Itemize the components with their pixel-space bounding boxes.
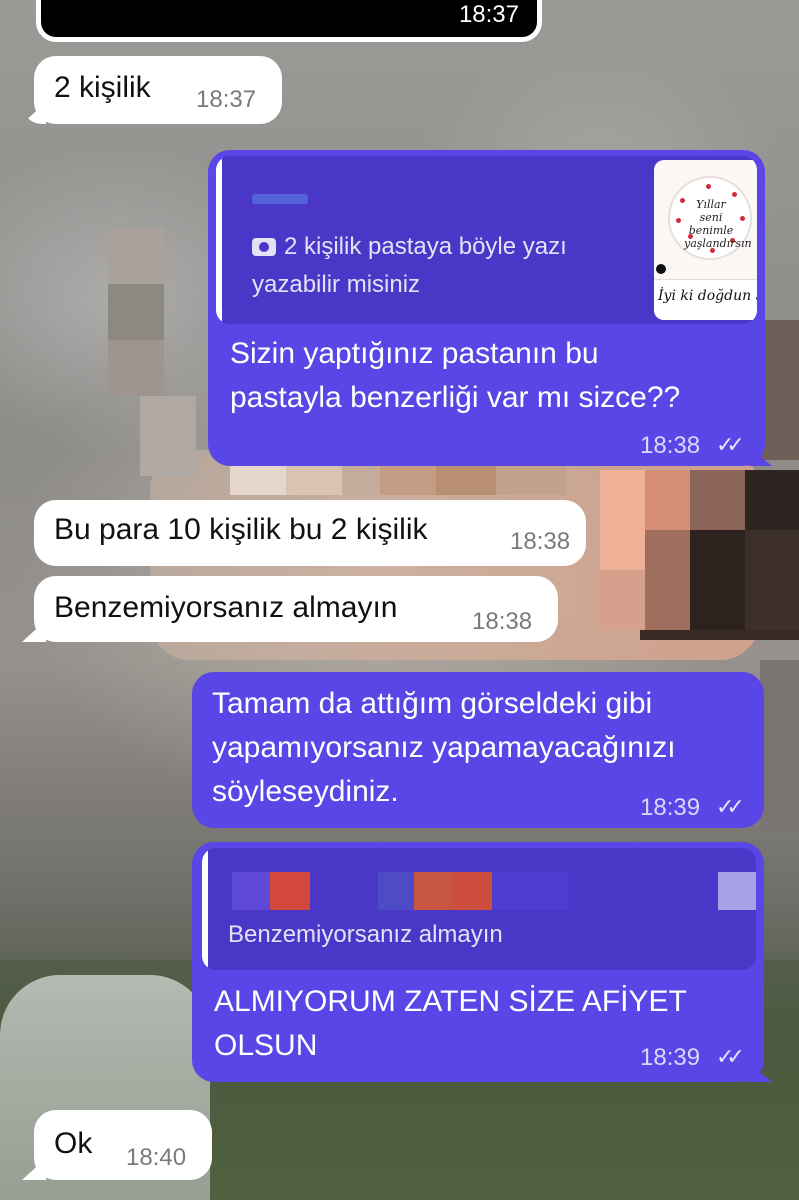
quote-text: Benzemiyorsanız almayın [228,921,503,948]
message-time: 18:38 [640,432,701,459]
pixelated-area [108,340,164,396]
birthday-card: İyi ki doğdun Sevgilim [654,279,757,320]
message-bubble-incoming[interactable]: Benzemiyorsanız almayın 18:38 [34,576,558,642]
message-bubble-outgoing[interactable]: Tamam da attığım görseldeki gibi yapamıy… [192,672,764,828]
image-message[interactable]: 18:37 [36,0,542,42]
pixelated-sender-name [232,872,756,910]
pixelated-area [108,228,164,284]
message-bubble-incoming[interactable]: Ok 18:40 [34,1110,212,1180]
pixelated-area [645,470,690,530]
pixelated-area [760,320,799,460]
message-time: 18:39 [640,794,701,821]
message-bubble-incoming[interactable]: Bu para 10 kişilik bu 2 kişilik 18:38 [34,500,586,566]
message-time: 18:37 [458,1,519,28]
reply-quote[interactable]: Benzemiyorsanız almayın [202,848,756,970]
message-time: 18:40 [126,1144,187,1171]
message-bubble-incoming[interactable]: 2 kişilik 18:37 [34,56,282,124]
message-text: 2 kişilik [54,71,151,104]
message-time: 18:38 [472,608,533,635]
quote-sender [252,194,308,204]
message-time: 18:37 [196,86,257,113]
read-receipt-icon: ✓✓ [716,432,745,457]
cake-image: Yıllar seni benimle yaşlandırsın [668,176,752,260]
quote-bar [202,848,208,970]
pixelated-area [140,396,196,476]
quote-bar [216,156,222,324]
quote-text: 2 kişilik pastaya böyle yazı yazabilir m… [252,228,632,304]
message-text: Bu para 10 kişilik bu 2 kişilik [54,513,428,546]
message-time: 18:38 [510,528,571,555]
camera-icon [252,238,276,256]
message-bubble-outgoing[interactable]: Benzemiyorsanız almayın ALMIYORUM ZATEN … [192,842,764,1082]
quote-text-content: 2 kişilik pastaya böyle yazı yazabilir m… [252,233,567,298]
message-text: Tamam da attığım görseldeki gibi yapamıy… [212,687,676,808]
message-text: Ok [54,1127,93,1160]
pixelated-area [745,470,799,530]
read-receipt-icon: ✓✓ [716,794,745,819]
card-writing: İyi ki doğdun Sevgilim [658,288,757,304]
pixelated-area [690,530,745,630]
cake-writing: Yıllar seni benimle yaşlandırsın [684,198,752,250]
message-text: Sizin yaptığınız pastanın bu pastayla be… [230,337,681,414]
pixelated-area [108,284,164,340]
read-receipt-icon: ✓✓ [716,1044,745,1069]
pixelated-area [600,570,645,630]
reply-thumbnail[interactable]: Yıllar seni benimle yaşlandırsın İyi ki … [654,160,757,320]
message-text: Benzemiyorsanız almayın [54,591,398,624]
message-time: 18:39 [640,1044,701,1071]
message-bubble-outgoing[interactable]: 2 kişilik pastaya böyle yazı yazabilir m… [208,150,765,466]
reply-quote[interactable]: 2 kişilik pastaya böyle yazı yazabilir m… [216,156,757,324]
pixelated-area [745,530,799,630]
pixelated-area [645,530,690,630]
pixelated-area [600,470,645,570]
pixelated-area [690,470,745,530]
candle-icon [656,264,666,274]
message-text: ALMIYORUM ZATEN SİZE AFİYET OLSUN [214,985,687,1062]
pixelated-area [760,660,799,830]
